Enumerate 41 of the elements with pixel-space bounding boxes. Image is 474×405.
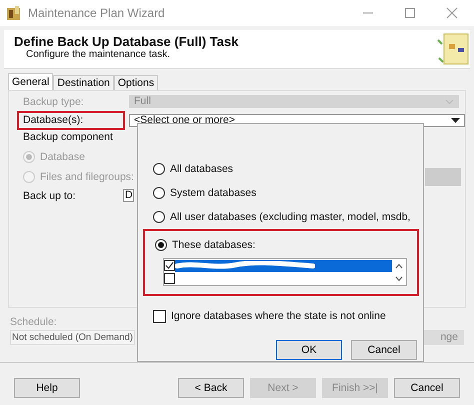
checkbox[interactable]	[164, 273, 175, 284]
page-subtitle: Configure the maintenance task.	[25, 49, 171, 60]
maximize-icon[interactable]	[404, 7, 416, 19]
radio-label: All databases	[170, 163, 234, 175]
dialog-button[interactable]: OK	[276, 340, 342, 360]
radio-label: All user databases (excluding master, model, msdb,	[170, 211, 410, 223]
radio-label: These databases:	[172, 239, 256, 251]
radio-label: System databases	[170, 187, 256, 199]
scroll-down-icon[interactable]	[395, 276, 403, 282]
scroll-up-icon[interactable]	[395, 262, 403, 268]
close-icon[interactable]	[446, 7, 458, 19]
radio-button[interactable]	[153, 163, 165, 175]
radio-button[interactable]	[155, 239, 167, 251]
schedule-label: Schedule:	[10, 316, 57, 330]
tab[interactable]: General	[8, 73, 54, 90]
radio-label: Files and filegroups:	[40, 171, 134, 183]
checkbox[interactable]	[153, 310, 166, 322]
radio-button[interactable]	[153, 187, 165, 199]
dialog-button[interactable]: Cancel	[351, 340, 417, 360]
checkbox-label: Ignore databases where the state is not online	[171, 310, 386, 322]
page-heading: Define Back Up Database (Full) Task	[14, 34, 238, 49]
wizard-button[interactable]: < Back	[178, 378, 244, 398]
tab[interactable]: Options	[114, 75, 158, 90]
dropdown-arrow-icon	[451, 118, 460, 124]
chevron-icon	[445, 98, 454, 104]
schedule-field: Not scheduled (On Demand)	[10, 330, 135, 345]
checkbox[interactable]	[164, 260, 175, 271]
tab[interactable]: Destination	[53, 75, 114, 90]
list-row[interactable]	[164, 259, 392, 272]
wizard-button[interactable]: Cancel	[394, 378, 460, 398]
field-label: Backup type:	[22, 96, 85, 108]
radio-label: Database	[40, 151, 85, 163]
wizard-button[interactable]: Help	[14, 378, 80, 398]
app-icon	[6, 5, 22, 21]
back-up-to-dropdown[interactable]: D	[123, 189, 134, 202]
field-label: Database(s):	[19, 113, 123, 128]
wizard-icon	[436, 32, 470, 66]
field-label: Back up to:	[22, 190, 77, 202]
section-label: Backup component	[22, 131, 114, 145]
window-title: Maintenance Plan Wizard	[28, 6, 165, 20]
radio-button[interactable]	[153, 211, 165, 223]
